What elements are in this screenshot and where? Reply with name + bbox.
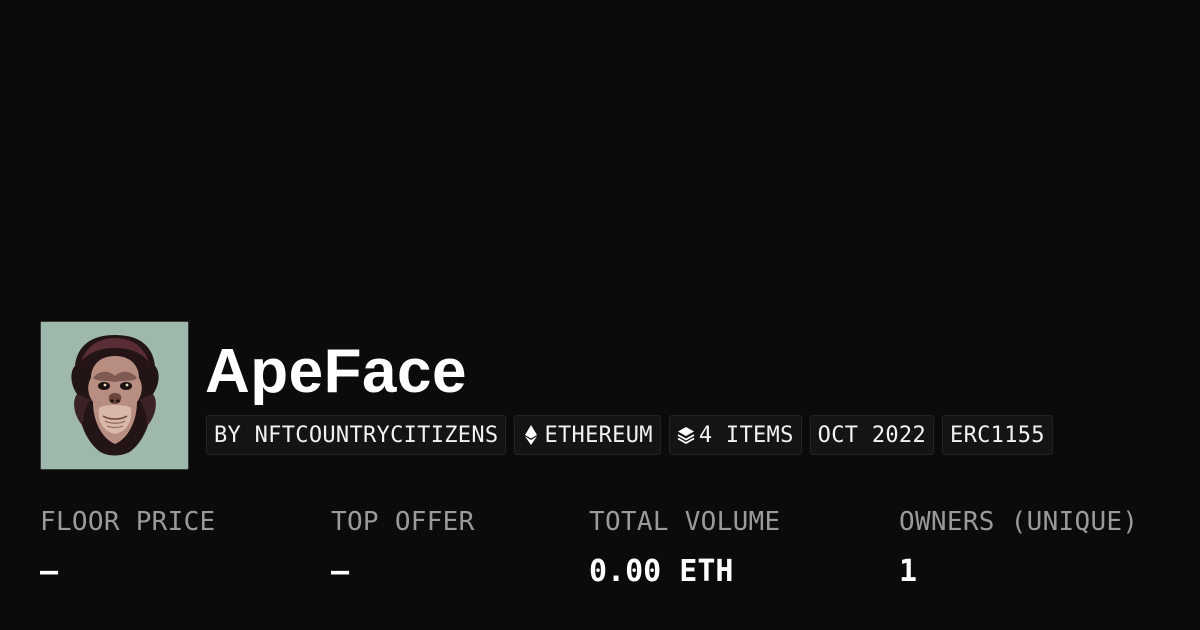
top-offer-label: TOP OFFER	[331, 507, 475, 537]
date-tag: OCT 2022	[809, 415, 935, 455]
creator-tag-label: BY NFTCOUNTRYCITIZENS	[214, 422, 499, 448]
date-tag-label: OCT 2022	[817, 422, 927, 448]
layers-icon	[677, 425, 695, 445]
top-offer-value: –	[331, 554, 350, 589]
top-offer-stat: TOP OFFER –	[331, 505, 475, 589]
floor-price-stat: FLOOR PRICE –	[40, 505, 216, 589]
owners-value: 1	[899, 554, 918, 589]
collection-tags: BY NFTCOUNTRYCITIZENS ETHEREUM 4 ITEMS O…	[206, 415, 1053, 455]
total-volume-value: 0.00 ETH	[589, 554, 734, 589]
owners-label: OWNERS (UNIQUE)	[899, 507, 1139, 537]
ape-face-image	[41, 322, 188, 469]
standard-tag-label: ERC1155	[950, 422, 1045, 448]
owners-stat: OWNERS (UNIQUE) 1	[899, 505, 1138, 589]
collection-title: ApeFace	[205, 337, 467, 406]
chain-tag-label: ETHEREUM	[544, 422, 653, 448]
creator-tag[interactable]: BY NFTCOUNTRYCITIZENS	[206, 415, 507, 455]
floor-price-value: –	[40, 554, 59, 589]
total-volume-stat: TOTAL VOLUME 0.00 ETH	[589, 505, 780, 589]
items-tag-label: 4 ITEMS	[698, 422, 794, 448]
standard-tag: ERC1155	[942, 415, 1053, 455]
ethereum-icon	[522, 425, 540, 445]
collection-card: ApeFace BY NFTCOUNTRYCITIZENS ETHEREUM 4…	[0, 0, 1200, 630]
chain-tag[interactable]: ETHEREUM	[514, 415, 661, 455]
items-tag[interactable]: 4 ITEMS	[668, 415, 802, 455]
total-volume-label: TOTAL VOLUME	[589, 507, 781, 537]
floor-price-label: FLOOR PRICE	[40, 507, 216, 537]
collection-avatar	[40, 321, 189, 470]
